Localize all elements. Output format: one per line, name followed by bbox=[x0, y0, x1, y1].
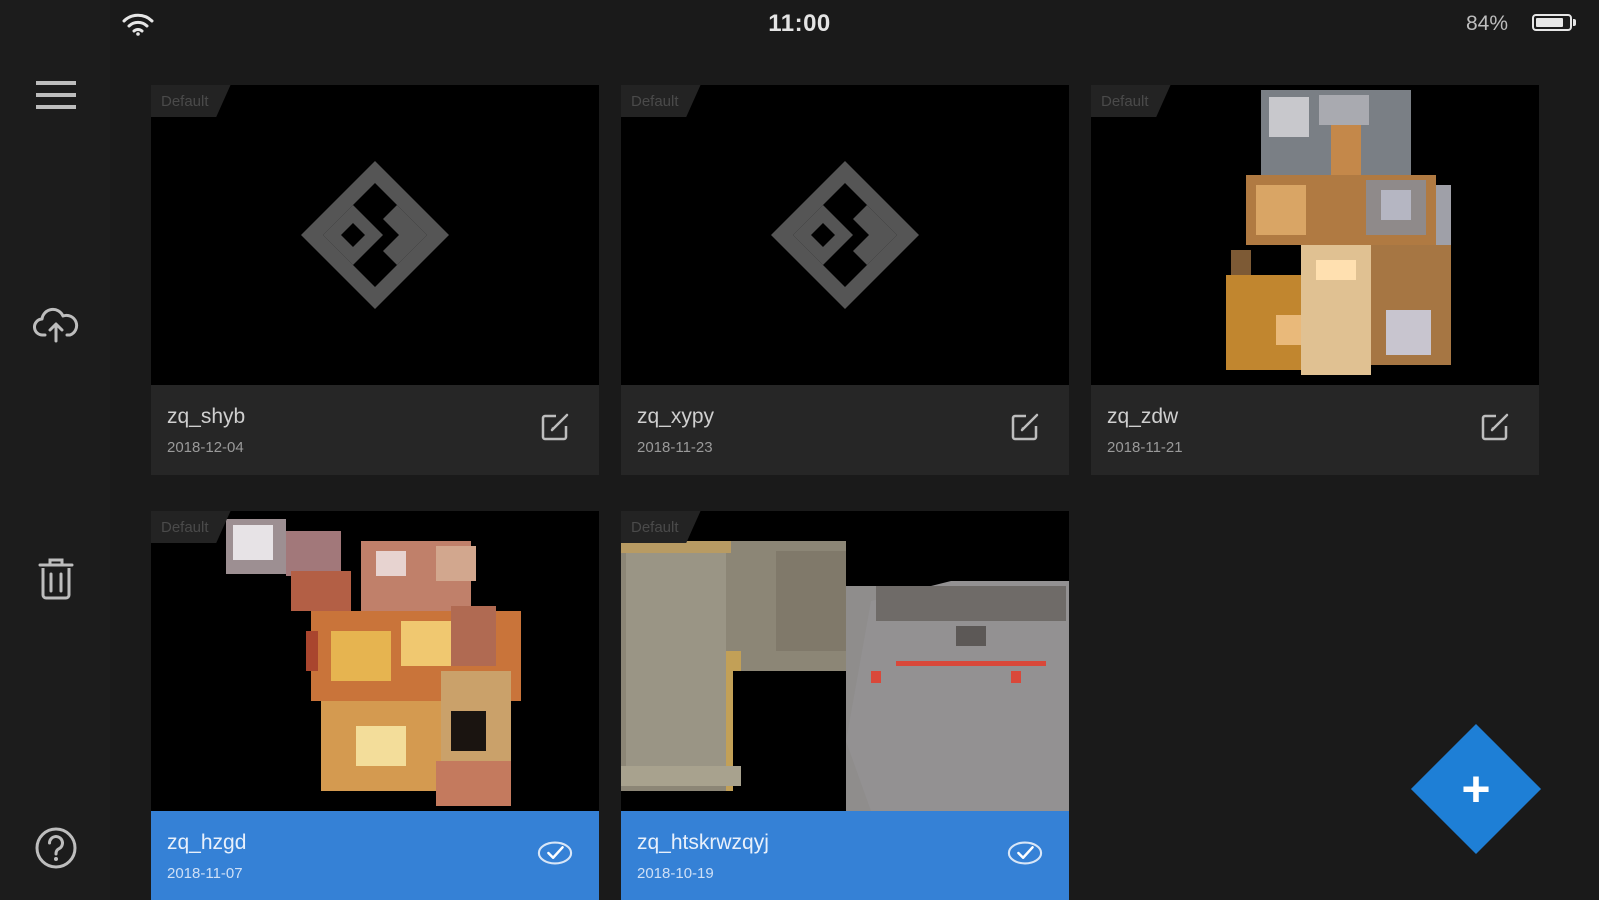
check-circle-icon bbox=[537, 841, 573, 865]
cloud-upload-button[interactable] bbox=[28, 297, 84, 353]
floorplan-scan-image bbox=[226, 519, 521, 806]
battery-icon bbox=[1532, 14, 1572, 31]
wifi-icon bbox=[122, 13, 154, 36]
select-toggle[interactable] bbox=[537, 835, 573, 871]
project-card[interactable]: Default zq_xypy 2018-11-23 bbox=[621, 85, 1069, 475]
menu-button[interactable] bbox=[28, 67, 84, 123]
check-circle-icon bbox=[1007, 841, 1043, 865]
edit-button[interactable] bbox=[537, 409, 573, 445]
project-thumbnail: Default bbox=[151, 85, 599, 385]
project-card[interactable]: Default zq_hzgd 2018-11-07 bbox=[151, 511, 599, 900]
project-name: zq_htskrwzqyj bbox=[637, 831, 769, 854]
battery-fill bbox=[1536, 18, 1563, 27]
project-card[interactable]: Default zq_shyb 2018-12-04 bbox=[151, 85, 599, 475]
project-date: 2018-12-04 bbox=[167, 439, 244, 456]
edit-button[interactable] bbox=[1477, 409, 1513, 445]
project-info: zq_htskrwzqyj 2018-10-19 bbox=[621, 811, 1069, 900]
project-thumbnail: Default bbox=[621, 511, 1069, 811]
project-info: zq_hzgd 2018-11-07 bbox=[151, 811, 599, 900]
cloud-upload-icon bbox=[33, 307, 79, 343]
help-button[interactable] bbox=[28, 820, 84, 876]
project-name: zq_hzgd bbox=[167, 831, 247, 854]
placeholder-logo-icon bbox=[771, 161, 919, 309]
project-info: zq_zdw 2018-11-21 bbox=[1091, 385, 1539, 475]
edit-icon bbox=[1011, 413, 1039, 441]
hamburger-menu-icon bbox=[36, 81, 76, 109]
trash-icon bbox=[38, 558, 74, 600]
status-time: 11:00 bbox=[768, 10, 831, 37]
add-project-button[interactable] bbox=[1410, 723, 1542, 855]
select-toggle[interactable] bbox=[1007, 835, 1043, 871]
project-card[interactable]: Default zq_htskrwzqyj 2018-10-19 bbox=[621, 511, 1069, 900]
project-date: 2018-11-21 bbox=[1107, 439, 1183, 456]
project-info: zq_shyb 2018-12-04 bbox=[151, 385, 599, 475]
project-date: 2018-10-19 bbox=[637, 865, 714, 882]
project-thumbnail: Default bbox=[1091, 85, 1539, 385]
project-name: zq_shyb bbox=[167, 405, 246, 428]
placeholder-logo-icon bbox=[301, 161, 449, 309]
battery-percent: 84% bbox=[1466, 12, 1509, 35]
sidebar bbox=[0, 0, 110, 900]
project-card[interactable]: Default zq_zdw 2018-11-21 bbox=[1091, 85, 1539, 475]
edit-icon bbox=[541, 413, 569, 441]
delete-button[interactable] bbox=[28, 550, 84, 606]
status-bar: 11:00 84% bbox=[0, 0, 1599, 50]
battery-tip bbox=[1573, 19, 1576, 26]
edit-button[interactable] bbox=[1007, 409, 1043, 445]
project-name: zq_zdw bbox=[1107, 405, 1179, 428]
project-thumbnail: Default bbox=[151, 511, 599, 811]
floorplan-scan-image bbox=[621, 541, 1069, 811]
help-icon bbox=[35, 827, 77, 869]
floorplan-scan-image bbox=[1226, 90, 1451, 375]
project-info: zq_xypy 2018-11-23 bbox=[621, 385, 1069, 475]
project-date: 2018-11-07 bbox=[167, 865, 243, 882]
project-thumbnail: Default bbox=[621, 85, 1069, 385]
project-date: 2018-11-23 bbox=[637, 439, 713, 456]
project-name: zq_xypy bbox=[637, 405, 715, 428]
app-root: 11:00 84% Default zq_shyb 2018-12-04 Def… bbox=[0, 0, 1599, 900]
edit-icon bbox=[1481, 413, 1509, 441]
